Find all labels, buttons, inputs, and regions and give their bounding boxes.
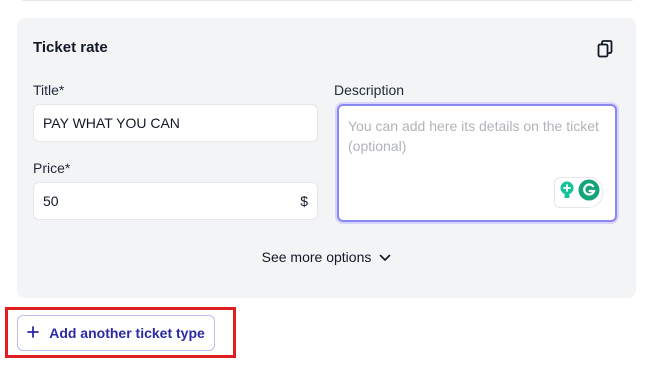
lightbulb-icon[interactable] <box>558 180 576 205</box>
grammarly-widget[interactable] <box>554 177 603 208</box>
see-more-label: See more options <box>261 249 372 265</box>
plus-icon <box>27 325 40 341</box>
description-label: Description <box>334 82 405 98</box>
previous-card-edge <box>17 0 638 1</box>
price-label: Price* <box>33 160 71 176</box>
copy-icon[interactable] <box>597 40 613 58</box>
add-another-ticket-type-button[interactable]: Add another ticket type <box>17 315 215 351</box>
grammarly-icon[interactable] <box>578 179 600 206</box>
chevron-down-icon <box>379 249 391 265</box>
currency-symbol: $ <box>300 193 308 209</box>
title-input-value: PAY WHAT YOU CAN <box>43 115 180 131</box>
title-input[interactable]: PAY WHAT YOU CAN <box>33 104 318 142</box>
add-ticket-type-label: Add another ticket type <box>49 325 205 341</box>
title-label: Title* <box>33 82 65 98</box>
description-textarea[interactable]: You can add here its details on the tick… <box>337 104 617 222</box>
ticket-rate-card: Ticket rate Title* PAY WHAT YOU CAN Pric… <box>17 18 636 298</box>
price-input[interactable]: 50 $ <box>33 182 318 220</box>
card-title: Ticket rate <box>33 39 108 56</box>
price-input-value: 50 <box>43 193 59 209</box>
description-placeholder: You can add here its details on the tick… <box>348 118 599 154</box>
see-more-options-toggle[interactable]: See more options <box>17 249 636 265</box>
